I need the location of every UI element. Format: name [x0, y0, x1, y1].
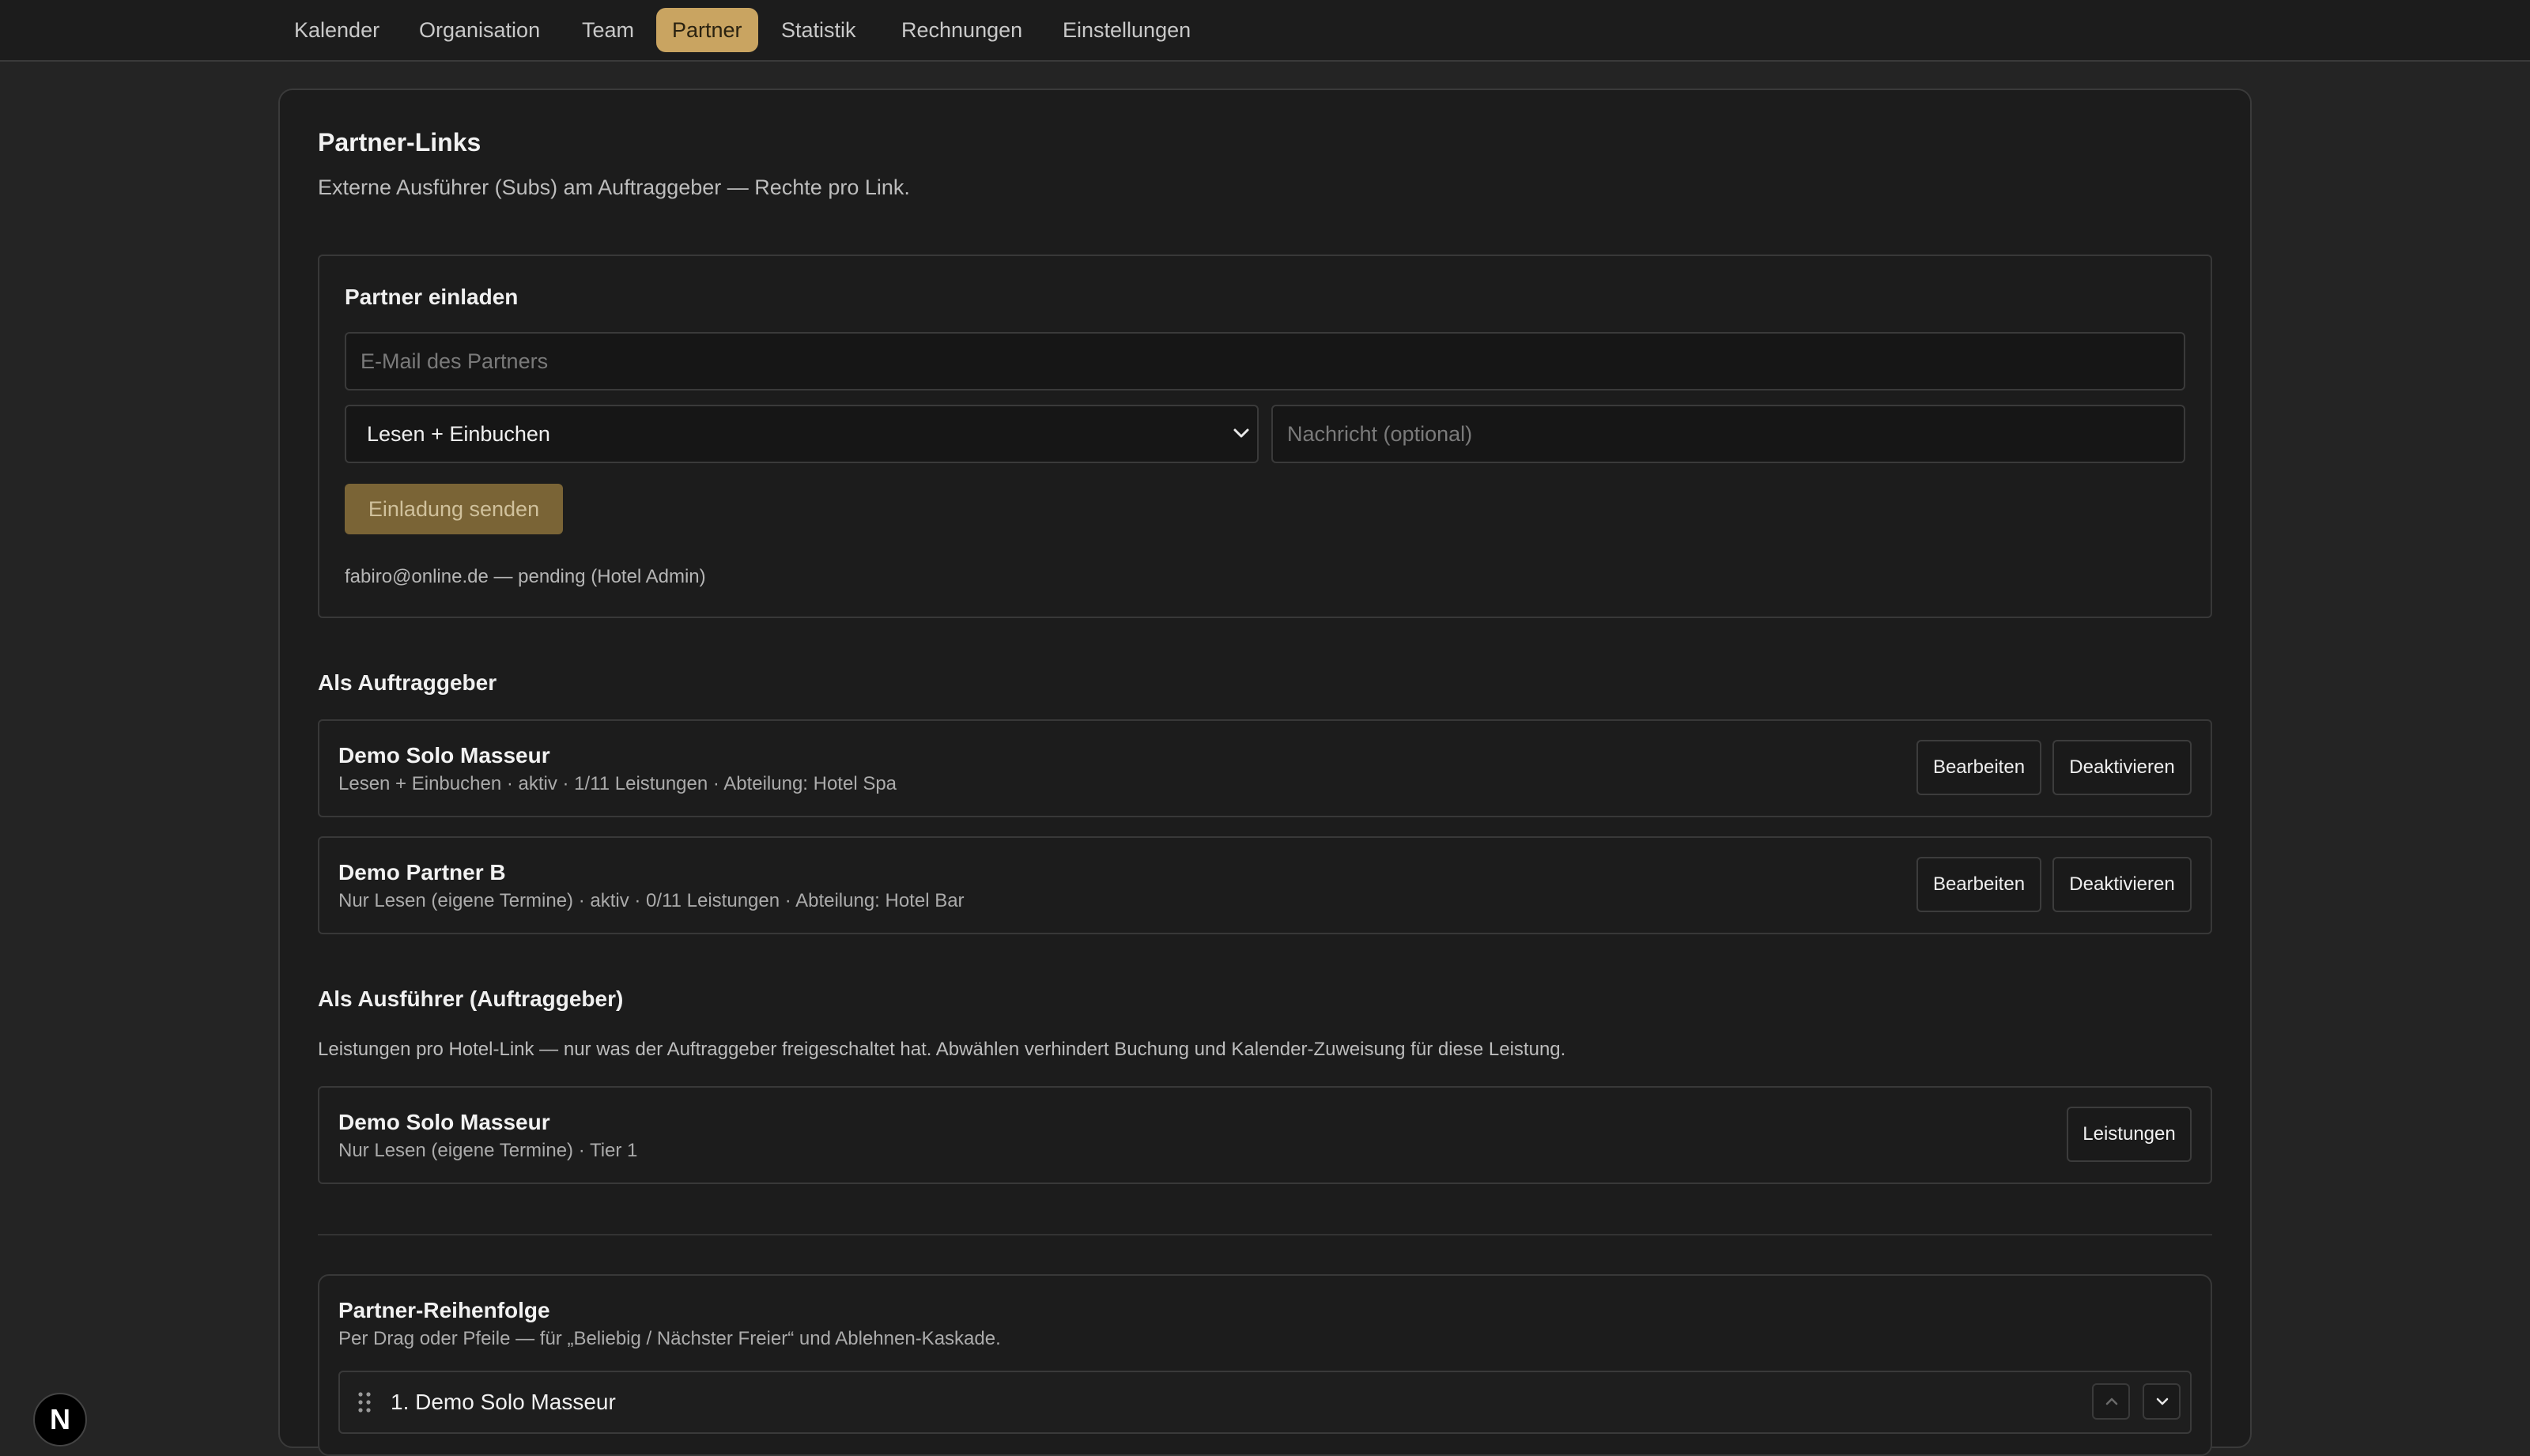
partner-order-title: Partner-Reihenfolge — [338, 1298, 550, 1322]
role-select[interactable]: Lesen + Einbuchen — [345, 405, 1259, 463]
send-invitation-button[interactable]: Einladung senden — [345, 484, 563, 534]
client-link-details: Nur Lesen (eigene Termine) · aktiv · 0/1… — [338, 890, 965, 911]
tab-organisation[interactable]: Organisation — [403, 8, 556, 52]
divider — [318, 1234, 2212, 1235]
executor-link-row — [318, 1086, 2212, 1184]
section-heading-as-client: Als Auftraggeber — [318, 670, 497, 695]
section-heading-as-executor: Als Ausführer (Auftraggeber) — [318, 986, 624, 1011]
tab-partner[interactable]: Partner — [656, 8, 758, 52]
executor-description: Leistungen pro Hotel-Link — nur was der … — [318, 1039, 1566, 1060]
deactivate-button[interactable]: Deaktivieren — [2052, 740, 2192, 795]
move-down-button[interactable] — [2143, 1383, 2181, 1420]
order-item-label: 1. Demo Solo Masseur — [391, 1390, 616, 1414]
client-link-details: Lesen + Einbuchen · aktiv · 1/11 Leistun… — [338, 773, 897, 794]
executor-link-name: Demo Solo Masseur — [338, 1110, 550, 1134]
chevron-down-icon — [2156, 1398, 2169, 1405]
role-select-value: Lesen + Einbuchen — [367, 422, 550, 446]
deactivate-button[interactable]: Deaktivieren — [2052, 857, 2192, 912]
chevron-down-icon — [1233, 428, 1249, 438]
move-up-button[interactable] — [2092, 1383, 2130, 1420]
page-title: Partner-Links — [318, 128, 481, 157]
pending-invitation: fabiro@online.de — pending (Hotel Admin) — [345, 566, 706, 587]
tab-einstellungen[interactable]: Einstellungen — [1047, 8, 1206, 52]
partner-order-subtitle: Per Drag oder Pfeile — für „Beliebig / N… — [338, 1328, 1001, 1349]
tab-kalender[interactable]: Kalender — [278, 8, 395, 52]
edit-button[interactable]: Bearbeiten — [1916, 740, 2041, 795]
tab-statistik[interactable]: Statistik — [765, 8, 872, 52]
client-link-name: Demo Solo Masseur — [338, 743, 550, 768]
executor-link-details: Nur Lesen (eigene Termine) · Tier 1 — [338, 1140, 638, 1161]
tab-rechnungen[interactable]: Rechnungen — [886, 8, 1038, 52]
order-list-item[interactable]: 1. Demo Solo Masseur — [338, 1371, 2192, 1434]
top-navigation: Kalender Organisation Team Partner Stati… — [0, 0, 2530, 62]
services-button[interactable]: Leistungen — [2067, 1107, 2192, 1162]
next-badge[interactable]: N — [33, 1393, 87, 1447]
partner-email-input[interactable] — [345, 332, 2185, 390]
client-link-name: Demo Partner B — [338, 860, 506, 885]
message-input[interactable] — [1271, 405, 2185, 463]
tab-team[interactable]: Team — [566, 8, 650, 52]
chevron-up-icon — [2105, 1398, 2118, 1405]
drag-handle-icon[interactable] — [356, 1390, 373, 1415]
invite-title: Partner einladen — [345, 285, 519, 309]
page-subtitle: Externe Ausführer (Subs) am Auftraggeber… — [318, 175, 910, 199]
edit-button[interactable]: Bearbeiten — [1916, 857, 2041, 912]
